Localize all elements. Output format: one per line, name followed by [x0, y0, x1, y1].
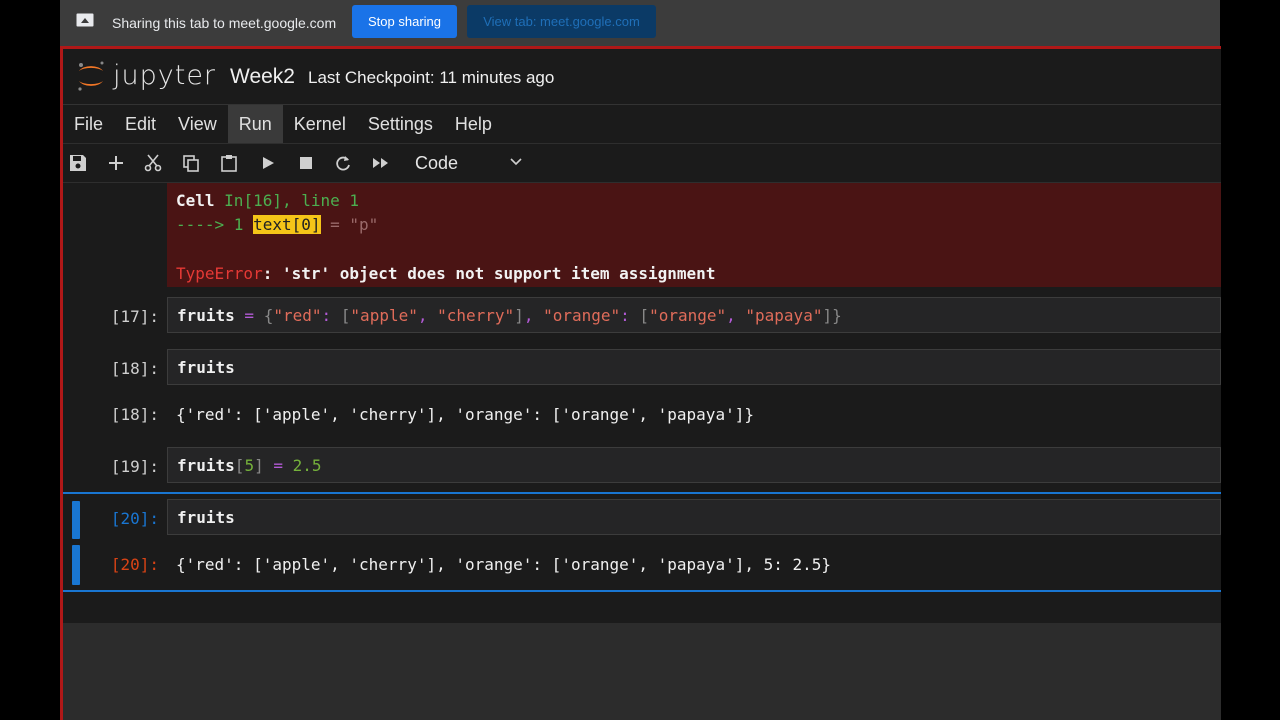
error-output: Cell In[16], line 1 ----> 1 text[0] = "p… — [167, 183, 1221, 287]
run-icon[interactable] — [259, 154, 277, 172]
screen-share-bar: Sharing this tab to meet.google.com Stop… — [60, 0, 1220, 46]
jupyter-header: jupyter Week2 Last Checkpoint: 11 minute… — [63, 49, 1221, 105]
menu-run[interactable]: Run — [227, 105, 283, 143]
notebook-area[interactable]: Cell In[16], line 1 ----> 1 text[0] = "p… — [63, 183, 1221, 720]
code-cell-input[interactable]: fruits = {"red": ["apple", "cherry"], "o… — [167, 297, 1221, 333]
code-text: fruits — [177, 358, 235, 377]
checkpoint-status: Last Checkpoint: 11 minutes ago — [308, 68, 555, 87]
save-icon[interactable] — [69, 154, 87, 172]
code-text: fruits — [177, 508, 235, 527]
add-icon[interactable] — [107, 154, 125, 172]
restart-icon[interactable] — [334, 154, 352, 172]
traceback-line: Cell In[16], line 1 — [176, 191, 360, 210]
cell-output: {'red': ['apple', 'cherry'], 'orange': [… — [176, 555, 832, 574]
cell-prompt: [20]: — [110, 509, 159, 528]
code-cell-input[interactable]: fruits[5] = 2.5 — [167, 447, 1221, 483]
stop-icon[interactable] — [297, 154, 315, 172]
stop-sharing-button[interactable]: Stop sharing — [352, 5, 457, 38]
notebook-toolbar: Code — [63, 144, 1221, 183]
cell-type-value: Code — [415, 153, 459, 173]
screen-share-icon — [76, 13, 94, 27]
sharing-status-text: Sharing this tab to meet.google.com — [112, 15, 337, 31]
cell-output: {'red': ['apple', 'cherry'], 'orange': [… — [176, 405, 754, 424]
menu-file[interactable]: File — [63, 105, 114, 143]
run-all-icon[interactable] — [372, 154, 390, 172]
active-cell-bottom-border — [63, 590, 1221, 592]
cell-prompt: [17]: — [110, 307, 159, 326]
jupyter-brand: jupyter — [113, 60, 217, 91]
paste-icon[interactable] — [220, 154, 238, 172]
output-prompt: [18]: — [110, 405, 159, 424]
code-cell-input[interactable]: fruits — [167, 349, 1221, 385]
cut-icon[interactable] — [144, 154, 162, 172]
code-text: fruits[5] = 2.5 — [177, 456, 322, 475]
cell-prompt: [19]: — [110, 457, 159, 476]
cell-prompt: [18]: — [110, 359, 159, 378]
code-cell-input[interactable]: fruits — [167, 499, 1221, 535]
cell-type-select[interactable]: Code — [415, 151, 527, 175]
copy-icon[interactable] — [182, 154, 200, 172]
active-cell-top-border — [63, 492, 1221, 494]
menu-edit[interactable]: Edit — [114, 105, 167, 143]
menu-help[interactable]: Help — [444, 105, 503, 143]
view-tab-button[interactable]: View tab: meet.google.com — [467, 5, 656, 38]
code-text: fruits = {"red": ["apple", "cherry"], "o… — [177, 306, 842, 325]
menu-kernel[interactable]: Kernel — [283, 105, 357, 143]
menu-settings[interactable]: Settings — [357, 105, 444, 143]
menu-view[interactable]: View — [167, 105, 228, 143]
menu-bar: File Edit View Run Kernel Settings Help — [63, 105, 1221, 144]
jupyter-logo-icon[interactable] — [75, 59, 107, 93]
traceback-code-line: ----> 1 text[0] = "p" — [176, 215, 379, 234]
jupyter-window: jupyter Week2 Last Checkpoint: 11 minute… — [60, 46, 1221, 720]
error-message: TypeError: 'str' object does not support… — [176, 264, 716, 283]
chevron-down-icon — [510, 158, 522, 166]
notebook-empty-space[interactable] — [63, 623, 1221, 720]
notebook-title[interactable]: Week2 — [230, 65, 295, 89]
output-prompt: [20]: — [110, 555, 159, 574]
